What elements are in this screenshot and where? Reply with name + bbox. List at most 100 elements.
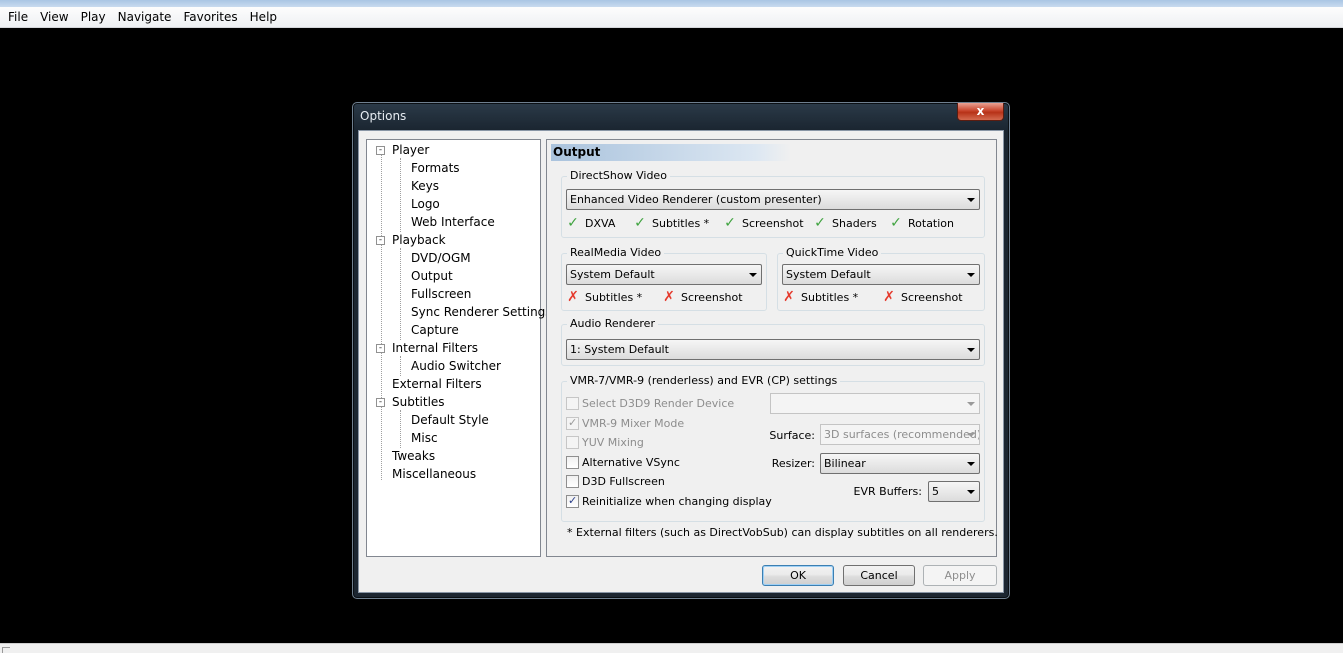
cross-icon: ✗ (567, 289, 579, 305)
tree-item-web-interface[interactable]: Web Interface (411, 213, 495, 231)
d3d9-device-select[interactable] (770, 393, 980, 414)
cap-dxva: ✓ DXVA (567, 215, 616, 231)
chevron-down-icon (749, 273, 757, 277)
tree-item-keys[interactable]: Keys (411, 177, 439, 195)
quicktime-label: QuickTime Video (783, 246, 882, 259)
audio-renderer-select[interactable]: 1: System Default (566, 339, 980, 360)
tree-item-audio-switcher[interactable]: Audio Switcher (411, 357, 501, 375)
ok-button[interactable]: OK (762, 565, 834, 586)
cancel-button[interactable]: Cancel (843, 565, 915, 586)
tree-item-default-style[interactable]: Default Style (411, 411, 489, 429)
cross-icon: ✗ (663, 289, 675, 305)
realmedia-label: RealMedia Video (567, 246, 665, 259)
checkmark-icon: ✓ (568, 494, 578, 507)
tree-item-tweaks[interactable]: Tweaks (392, 447, 435, 465)
realmedia-group: RealMedia Video System Default ✗ Subtitle… (561, 246, 767, 311)
resize-grip-icon[interactable] (2, 647, 10, 653)
quicktime-group: QuickTime Video System Default ✗ Subtitle… (777, 246, 985, 311)
cap-screenshot: ✓ Screenshot (724, 215, 804, 231)
cap-rm-screenshot: ✗ Screenshot (663, 289, 743, 305)
cap-qt-screenshot: ✗ Screenshot (883, 289, 963, 305)
d3d-fullscreen-checkbox[interactable]: D3D Fullscreen (566, 474, 665, 490)
vmr-settings-group: VMR-7/VMR-9 (renderless) and EVR (CP) se… (561, 374, 985, 522)
footnote: * External filters (such as DirectVobSub… (567, 526, 998, 539)
chevron-down-icon (967, 273, 975, 277)
collapse-icon[interactable]: - (376, 398, 385, 407)
chevron-down-icon (967, 402, 975, 406)
menu-navigate[interactable]: Navigate (112, 10, 178, 24)
menu-favorites[interactable]: Favorites (177, 10, 243, 24)
tree-item-external-filters[interactable]: External Filters (392, 375, 482, 393)
surface-label: Surface: (769, 429, 815, 442)
menu-bar: File View Play Navigate Favorites Help (0, 7, 1343, 28)
chevron-down-icon (967, 490, 975, 494)
window-title-strip (0, 0, 1343, 7)
apply-button[interactable]: Apply (923, 565, 997, 586)
tree-item-fullscreen[interactable]: Fullscreen (411, 285, 471, 303)
tree-line (400, 158, 401, 232)
collapse-icon[interactable]: - (376, 146, 385, 155)
check-icon: ✓ (634, 215, 646, 231)
cap-qt-subtitles: ✗ Subtitles * (783, 289, 859, 305)
yuv-mixing-checkbox[interactable]: YUV Mixing (566, 435, 644, 451)
dialog-title: Options (360, 109, 407, 123)
tree-item-output[interactable]: Output (411, 267, 453, 285)
check-icon: ✓ (567, 215, 579, 231)
options-dialog: Options x - Player Formats Keys Logo Web… (352, 102, 1010, 599)
menu-file[interactable]: File (2, 10, 34, 24)
directshow-renderer-select[interactable]: Enhanced Video Renderer (custom presente… (566, 189, 980, 210)
status-bar (0, 643, 1343, 653)
cap-shaders: ✓ Shaders (814, 215, 877, 231)
surface-select[interactable]: 3D surfaces (recommended) (820, 424, 980, 445)
close-button[interactable]: x (957, 103, 1004, 121)
directshow-group: DirectShow Video Enhanced Video Renderer… (561, 169, 985, 238)
cross-icon: ✗ (883, 289, 895, 305)
tree-line (381, 154, 382, 480)
output-panel: Output DirectShow Video Enhanced Video R… (546, 139, 998, 557)
cap-rotation: ✓ Rotation (890, 215, 955, 231)
collapse-icon[interactable]: - (376, 236, 385, 245)
tree-item-formats[interactable]: Formats (411, 159, 460, 177)
tree-line (400, 356, 401, 376)
collapse-icon[interactable]: - (376, 344, 385, 353)
evr-buffers-label: EVR Buffers: (853, 485, 922, 498)
directshow-label: DirectShow Video (567, 169, 670, 182)
realmedia-renderer-select[interactable]: System Default (566, 264, 762, 285)
tree-line (400, 248, 401, 340)
check-icon: ✓ (814, 215, 826, 231)
quicktime-renderer-select[interactable]: System Default (782, 264, 980, 285)
dialog-client: - Player Formats Keys Logo Web Interface… (358, 130, 1004, 593)
tree-item-dvd-ogm[interactable]: DVD/OGM (411, 249, 471, 267)
resizer-select[interactable]: Bilinear (820, 453, 980, 474)
menu-help[interactable]: Help (244, 10, 283, 24)
cap-rm-subtitles: ✗ Subtitles * (567, 289, 643, 305)
reinitialize-checkbox[interactable]: ✓ Reinitialize when changing display (566, 494, 772, 510)
page-title: Output (551, 144, 791, 161)
chevron-down-icon (967, 198, 975, 202)
vmr9-mixer-checkbox[interactable]: ✓ VMR-9 Mixer Mode (566, 416, 684, 432)
chevron-down-icon (967, 462, 975, 466)
cross-icon: ✗ (783, 289, 795, 305)
check-icon: ✓ (724, 215, 736, 231)
audio-renderer-label: Audio Renderer (567, 317, 658, 330)
menu-view[interactable]: View (34, 10, 74, 24)
alternative-vsync-checkbox[interactable]: Alternative VSync (566, 455, 680, 471)
tree-line (400, 410, 401, 448)
tree-item-logo[interactable]: Logo (411, 195, 440, 213)
tree-item-miscellaneous[interactable]: Miscellaneous (392, 465, 476, 483)
cap-subtitles: ✓ Subtitles * (634, 215, 710, 231)
tree-item-capture[interactable]: Capture (411, 321, 459, 339)
menu-play[interactable]: Play (75, 10, 112, 24)
evr-buffers-select[interactable]: 5 (928, 481, 980, 502)
chevron-down-icon (967, 433, 975, 437)
select-d3d9-checkbox[interactable]: Select D3D9 Render Device (566, 396, 734, 412)
options-tree[interactable]: - Player Formats Keys Logo Web Interface… (366, 139, 552, 557)
tree-item-sync-renderer-settings[interactable]: Sync Renderer Settings (411, 303, 552, 321)
audio-renderer-group: Audio Renderer 1: System Default (561, 317, 985, 366)
vmr-settings-label: VMR-7/VMR-9 (renderless) and EVR (CP) se… (567, 374, 841, 387)
checkmark-icon: ✓ (568, 416, 578, 429)
tree-item-misc[interactable]: Misc (411, 429, 438, 447)
check-icon: ✓ (890, 215, 902, 231)
chevron-down-icon (967, 348, 975, 352)
resizer-label: Resizer: (771, 457, 815, 470)
